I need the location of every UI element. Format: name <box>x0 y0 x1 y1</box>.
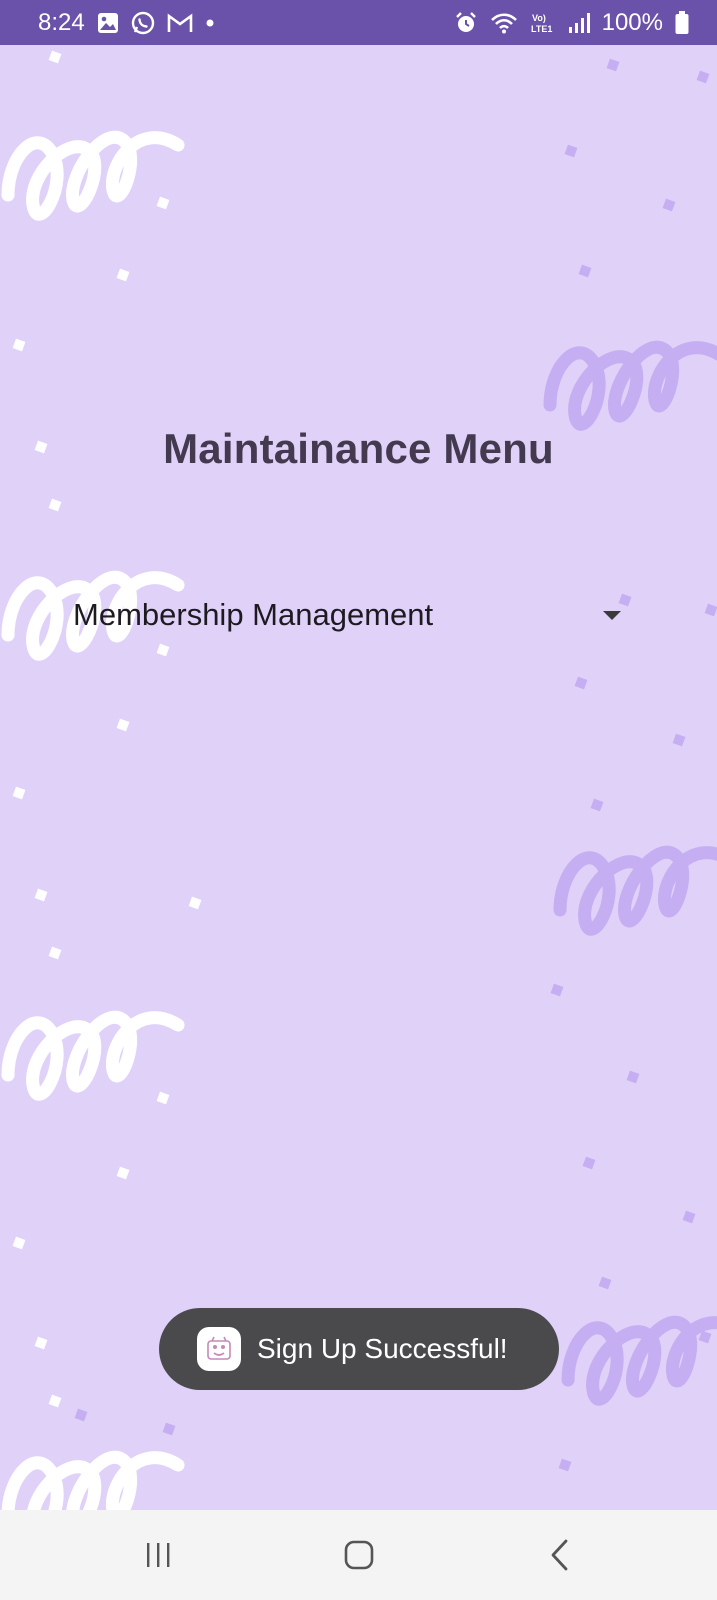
gmail-icon <box>167 12 193 33</box>
gallery-icon <box>97 12 119 34</box>
membership-dropdown[interactable]: Membership Management <box>73 585 633 645</box>
purple-confetti <box>74 58 717 1472</box>
home-button[interactable] <box>334 1532 384 1578</box>
back-button[interactable] <box>535 1532 585 1578</box>
volte-icon: Vo) LTE1 <box>530 11 556 35</box>
status-left: 8:24 <box>38 9 215 37</box>
toast-message: Sign Up Successful! <box>159 1308 559 1390</box>
recent-apps-button[interactable] <box>133 1532 183 1578</box>
battery-icon <box>675 10 689 35</box>
system-nav-bar <box>0 1510 717 1600</box>
battery-percent: 100% <box>601 8 663 36</box>
white-spring-4 <box>8 1457 178 1510</box>
recent-apps-icon <box>147 1543 170 1567</box>
home-icon <box>344 1540 374 1570</box>
page-title: Maintainance Menu <box>163 425 554 472</box>
white-spring-1 <box>8 137 178 214</box>
white-spring-3 <box>8 1017 178 1094</box>
purple-spring-2 <box>560 852 717 929</box>
dropdown-arrow-icon <box>603 610 621 620</box>
svg-text:LTE1: LTE1 <box>531 24 552 34</box>
toast-text: Sign Up Successful! <box>257 1333 508 1364</box>
signal-icon <box>568 12 590 34</box>
purple-spring-1 <box>550 347 717 424</box>
app-logo-icon <box>197 1327 241 1371</box>
purple-spring-3 <box>568 1322 717 1399</box>
status-right: Vo) LTE1 100% <box>454 9 689 37</box>
confetti <box>12 50 202 1408</box>
status-bar: 8:24 Vo) LTE1 100% <box>0 0 717 45</box>
back-icon <box>551 1539 568 1571</box>
wifi-icon <box>490 12 518 34</box>
background-decoration <box>0 50 717 1510</box>
alarm-icon <box>454 11 478 35</box>
dropdown-selected-value: Membership Management <box>73 597 434 632</box>
dot-icon <box>205 18 215 28</box>
status-time: 8:24 <box>38 8 85 36</box>
svg-text:Vo): Vo) <box>532 13 546 23</box>
whatsapp-icon <box>131 11 155 35</box>
